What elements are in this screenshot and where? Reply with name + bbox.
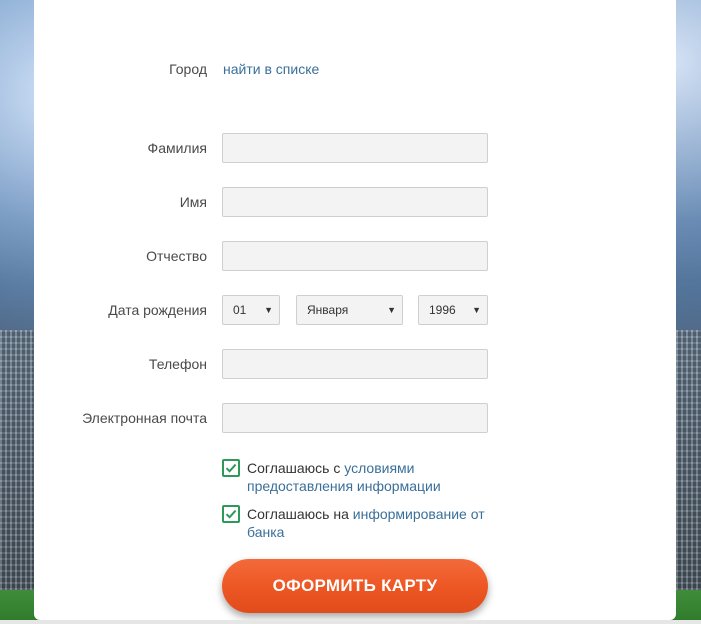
birth-day-value: 01	[233, 303, 247, 317]
birth-date-label: Дата рождения	[108, 302, 207, 318]
consent-terms-prefix: Соглашаюсь с	[247, 460, 345, 476]
birth-year-value: 1996	[429, 303, 456, 317]
email-input[interactable]	[222, 403, 488, 433]
chevron-down-icon: ▼	[264, 305, 273, 315]
chevron-down-icon: ▼	[387, 305, 396, 315]
crowd-right	[676, 330, 701, 590]
birth-month-value: Января	[307, 303, 349, 317]
middle-name-input[interactable]	[222, 241, 488, 271]
chevron-down-icon: ▼	[472, 305, 481, 315]
birth-day-select[interactable]: 01 ▼	[222, 295, 280, 325]
submit-card-button[interactable]: ОФОРМИТЬ КАРТУ	[222, 559, 488, 613]
city-find-link[interactable]: найти в списке	[223, 54, 319, 84]
footer-strip	[0, 620, 701, 624]
consent-marketing-text: Соглашаюсь на информирование от банка	[247, 505, 497, 541]
phone-row: Телефон	[34, 349, 676, 379]
first-name-input[interactable]	[222, 187, 488, 217]
first-name-row: Имя	[34, 187, 676, 217]
city-label: Город	[169, 61, 207, 77]
last-name-input[interactable]	[222, 133, 488, 163]
consent-marketing-checkbox[interactable]	[222, 505, 240, 523]
consent-terms-checkbox[interactable]	[222, 459, 240, 477]
email-label: Электронная почта	[82, 410, 207, 426]
birth-year-select[interactable]: 1996 ▼	[418, 295, 488, 325]
last-name-row: Фамилия	[34, 133, 676, 163]
birth-date-row: Дата рождения 01 ▼ Января ▼ 1996 ▼	[34, 295, 676, 325]
checkmark-icon	[225, 463, 237, 473]
consent-marketing-row: Соглашаюсь на информирование от банка	[222, 505, 502, 541]
phone-label: Телефон	[148, 356, 207, 372]
birth-month-select[interactable]: Января ▼	[296, 295, 403, 325]
field-right	[676, 590, 701, 624]
consent-terms-row: Соглашаюсь с условиями предоставления ин…	[222, 459, 502, 495]
last-name-label: Фамилия	[147, 140, 207, 156]
field-left	[0, 590, 34, 624]
crowd-left	[0, 330, 34, 590]
middle-name-row: Отчество	[34, 241, 676, 271]
consent-terms-text: Соглашаюсь с условиями предоставления ин…	[247, 459, 497, 495]
checkmark-icon	[225, 509, 237, 519]
application-form-card: Город найти в списке Фамилия Имя Отчеств…	[34, 0, 676, 620]
phone-input[interactable]	[222, 349, 488, 379]
city-row: Город найти в списке	[34, 54, 676, 84]
email-row: Электронная почта	[34, 403, 676, 433]
first-name-label: Имя	[179, 194, 207, 210]
consent-marketing-prefix: Соглашаюсь на	[247, 506, 353, 522]
middle-name-label: Отчество	[146, 248, 207, 264]
